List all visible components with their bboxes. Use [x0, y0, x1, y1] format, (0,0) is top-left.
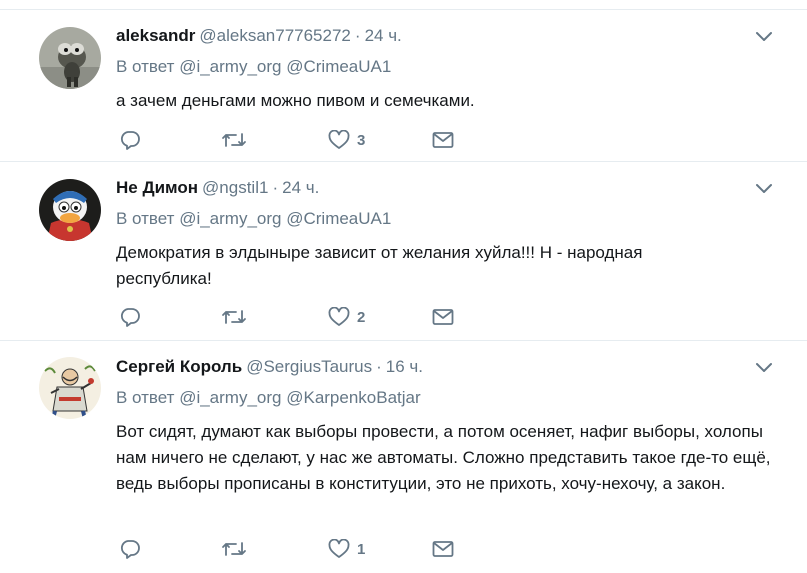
- mention-link[interactable]: @CrimeaUA1: [286, 209, 391, 228]
- reply-button[interactable]: [119, 305, 148, 329]
- reply-prefix: В ответ: [116, 209, 175, 228]
- avatar[interactable]: [39, 357, 101, 419]
- separator-dot: ·: [272, 178, 279, 197]
- tweet-text: Вот сидят, думают как выборы провести, а…: [116, 422, 771, 493]
- tweet-time[interactable]: 24 ч.: [282, 178, 319, 197]
- direct-message-button[interactable]: [432, 537, 454, 561]
- reply-icon: [120, 131, 140, 150]
- retweet-icon: [222, 542, 246, 556]
- tweet-header: Не Димон @ngstil1 · 24 ч.: [116, 177, 319, 199]
- mention-link[interactable]: @i_army_org: [179, 388, 281, 407]
- retweet-button[interactable]: [221, 305, 254, 329]
- tweet[interactable]: Сергей Король @SergiusTaurus · 16 ч. В отве…: [0, 341, 807, 573]
- envelope-icon: [432, 541, 454, 557]
- reply-context: В ответ @i_army_org @KarpenkoBatjar: [116, 387, 421, 409]
- retweet-button[interactable]: [221, 537, 254, 561]
- reply-button[interactable]: [119, 128, 148, 152]
- separator-dot: ·: [354, 26, 361, 45]
- tweet[interactable]: Не Димон @ngstil1 · 24 ч. В ответ @i_army_o…: [0, 162, 807, 341]
- like-button[interactable]: 2: [328, 305, 365, 329]
- retweet-icon: [222, 133, 246, 147]
- tweet[interactable]: aleksandr @aleksan77765272 · 24 ч. В ответ …: [0, 9, 807, 162]
- retweet-icon: [222, 310, 246, 324]
- direct-message-button[interactable]: [432, 128, 454, 152]
- user-handle[interactable]: @SergiusTaurus: [246, 357, 372, 376]
- retweet-button[interactable]: [221, 128, 254, 152]
- user-fullname[interactable]: aleksandr: [116, 26, 195, 45]
- like-button[interactable]: 3: [328, 128, 365, 152]
- avatar-image: [39, 27, 101, 89]
- chevron-down-icon[interactable]: [755, 30, 773, 44]
- reply-prefix: В ответ: [116, 388, 175, 407]
- like-count: 1: [357, 540, 366, 558]
- mention-link[interactable]: @i_army_org: [179, 57, 281, 76]
- heart-icon: [328, 539, 350, 558]
- reply-context: В ответ @i_army_org @CrimeaUA1: [116, 56, 391, 78]
- user-handle[interactable]: @aleksan77765272: [199, 26, 351, 45]
- direct-message-button[interactable]: [432, 305, 454, 329]
- mention-link[interactable]: @i_army_org: [179, 209, 281, 228]
- like-count: 2: [357, 308, 366, 326]
- mention-link[interactable]: @KarpenkoBatjar: [286, 388, 420, 407]
- chevron-down-icon[interactable]: [755, 361, 773, 375]
- envelope-icon: [432, 132, 454, 148]
- tweet-header: aleksandr @aleksan77765272 · 24 ч.: [116, 25, 402, 47]
- reply-icon: [120, 308, 140, 327]
- tweet-time[interactable]: 24 ч.: [365, 26, 402, 45]
- like-button[interactable]: 1: [328, 537, 365, 561]
- avatar[interactable]: [39, 27, 101, 89]
- mention-link[interactable]: @CrimeaUA1: [286, 57, 391, 76]
- heart-icon: [328, 130, 350, 149]
- tweet-text: а зачем деньгами можно пивом и семечками…: [116, 91, 475, 110]
- like-count: 3: [357, 131, 366, 149]
- replies-feed: aleksandr @aleksan77765272 · 24 ч. В ответ …: [0, 0, 807, 573]
- avatar[interactable]: [39, 179, 101, 241]
- user-fullname[interactable]: Не Димон: [116, 178, 198, 197]
- avatar-image: [39, 357, 101, 419]
- reply-context: В ответ @i_army_org @CrimeaUA1: [116, 208, 391, 230]
- reply-button[interactable]: [119, 537, 148, 561]
- avatar-image: [39, 179, 101, 241]
- chevron-down-icon[interactable]: [755, 182, 773, 196]
- reply-icon: [120, 540, 140, 559]
- separator-dot: ·: [376, 357, 382, 376]
- reply-prefix: В ответ: [116, 57, 175, 76]
- tweet-time[interactable]: 16 ч.: [386, 357, 423, 376]
- user-fullname[interactable]: Сергей Король: [116, 357, 242, 376]
- envelope-icon: [432, 309, 454, 325]
- tweet-text: Демократия в элдыныре зависит от желания…: [116, 243, 643, 288]
- heart-icon: [328, 307, 350, 326]
- user-handle[interactable]: @ngstil1: [202, 178, 268, 197]
- tweet-header: Сергей Король @SergiusTaurus · 16 ч.: [116, 356, 423, 378]
